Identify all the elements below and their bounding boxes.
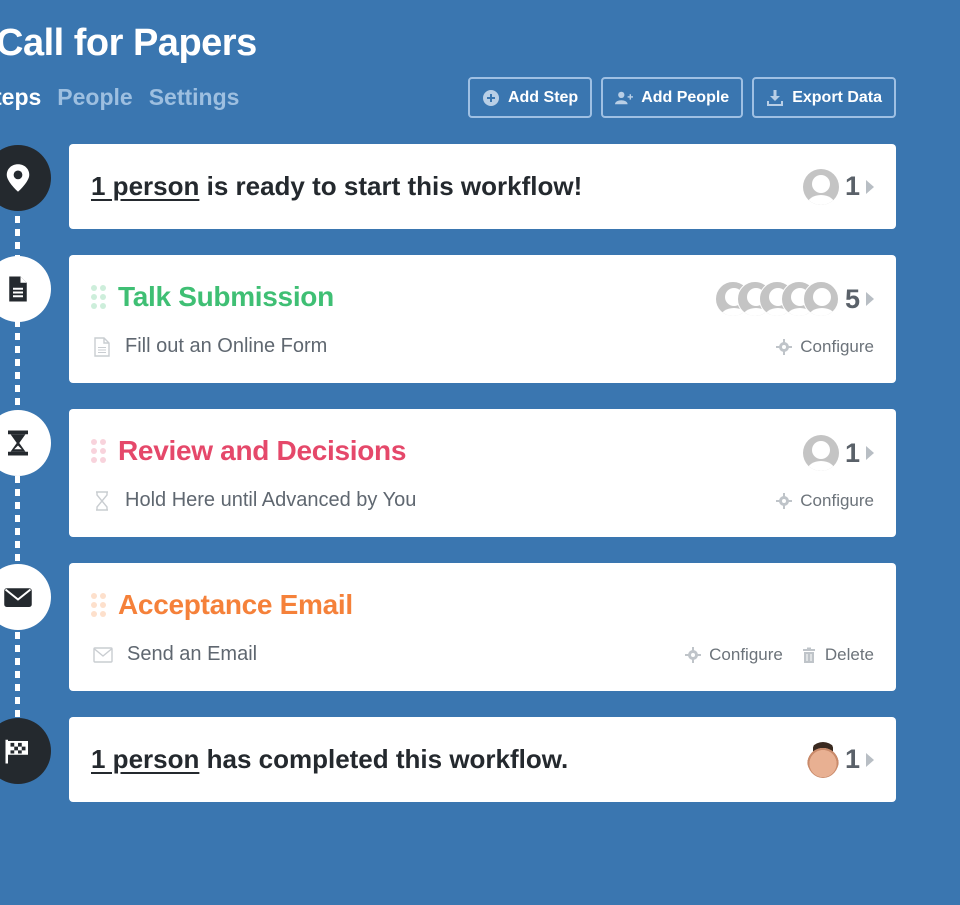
- configure-button[interactable]: Configure: [685, 645, 783, 665]
- step-type: Send an Email: [93, 643, 257, 666]
- add-step-label: Add Step: [507, 88, 579, 106]
- add-step-button[interactable]: Add Step: [467, 77, 593, 118]
- start-count: 1: [844, 171, 860, 201]
- start-message-text: is ready to start this workflow!: [199, 171, 583, 201]
- user-plus-icon: [615, 89, 634, 107]
- configure-label: Configure: [709, 645, 783, 664]
- step-type-label: Hold Here until Advanced by You: [125, 489, 417, 511]
- start-people-link[interactable]: 1 person: [91, 171, 199, 201]
- chevron-right-icon[interactable]: [866, 292, 874, 306]
- avatar-stack: [714, 281, 839, 317]
- step-count: 1: [844, 437, 860, 468]
- step-actions: Configure: [776, 337, 874, 357]
- step-title[interactable]: Talk Submission: [118, 281, 334, 313]
- step-count: 5: [844, 283, 860, 314]
- step-card: Acceptance Email Send an Email Configure…: [69, 563, 896, 691]
- delete-button[interactable]: Delete: [801, 645, 874, 665]
- step-header: Review and Decisions: [91, 435, 406, 467]
- delete-label: Delete: [824, 645, 874, 664]
- step-node-3: [0, 564, 51, 630]
- end-message-text: has completed this workflow.: [199, 744, 569, 774]
- hourglass-icon: [8, 430, 28, 456]
- step-count-group[interactable]: 5: [714, 281, 874, 317]
- start-count-group[interactable]: 1: [802, 168, 874, 205]
- step-type: Hold Here until Advanced by You: [93, 489, 416, 512]
- step-title[interactable]: Review and Decisions: [118, 435, 406, 467]
- end-people-link[interactable]: 1 person: [91, 744, 199, 774]
- document-icon: [9, 276, 27, 302]
- drag-handle[interactable]: [91, 593, 106, 617]
- configure-button[interactable]: Configure: [776, 491, 874, 511]
- export-data-label: Export Data: [792, 88, 882, 106]
- add-people-label: Add People: [641, 88, 730, 106]
- end-node: [0, 718, 51, 784]
- end-count-group[interactable]: 1: [806, 741, 874, 778]
- toolbar: Add Step Add People Export Data: [467, 77, 896, 118]
- download-icon: [766, 89, 784, 107]
- avatar-placeholder: [802, 435, 839, 471]
- gear-icon: [776, 493, 793, 509]
- user-avatar: [806, 741, 839, 778]
- step-type: Fill out an Online Form: [93, 335, 327, 358]
- end-message: 1 person has completed this workflow.: [91, 744, 874, 775]
- step-header: Talk Submission: [91, 281, 334, 313]
- workflow-end-card: 1 person has completed this workflow. 1: [69, 717, 896, 802]
- add-people-button[interactable]: Add People: [601, 77, 744, 118]
- export-data-button[interactable]: Export Data: [752, 77, 896, 118]
- gear-icon: [685, 647, 702, 663]
- plus-circle-icon: [482, 89, 500, 107]
- hourglass-icon: [96, 490, 108, 511]
- envelope-icon: [4, 588, 32, 607]
- tab-people[interactable]: People: [57, 84, 132, 111]
- step-title[interactable]: Acceptance Email: [118, 589, 353, 621]
- step-type-label: Fill out an Online Form: [125, 335, 328, 357]
- drag-handle[interactable]: [91, 285, 106, 309]
- tab-settings[interactable]: Settings: [149, 84, 240, 111]
- map-marker-icon: [6, 164, 30, 192]
- chevron-right-icon[interactable]: [866, 179, 874, 194]
- step-actions: Configure: [776, 491, 874, 511]
- configure-button[interactable]: Configure: [776, 337, 874, 357]
- workflow-start-card: 1 person is ready to start this workflow…: [69, 144, 896, 229]
- chevron-right-icon[interactable]: [866, 446, 874, 460]
- document-icon: [94, 336, 110, 357]
- avatar-placeholder: [802, 168, 839, 205]
- envelope-icon: [93, 646, 113, 663]
- drag-handle[interactable]: [91, 439, 106, 463]
- step-node-1: [0, 256, 51, 322]
- step-card: Talk Submission 5 Fill out an Online For…: [69, 255, 896, 383]
- trash-icon: [802, 647, 815, 663]
- tab-bar: teps People Settings: [0, 84, 239, 111]
- step-type-label: Send an Email: [127, 643, 258, 665]
- gear-icon: [776, 339, 793, 355]
- step-card: Review and Decisions 1 Hold Here until A…: [69, 409, 896, 537]
- avatar-placeholder: [802, 281, 839, 317]
- tab-steps[interactable]: teps: [0, 84, 41, 111]
- step-header: Acceptance Email: [91, 589, 353, 621]
- start-message: 1 person is ready to start this workflow…: [91, 171, 874, 202]
- step-count-group[interactable]: 1: [802, 435, 874, 471]
- step-node-2: [0, 410, 51, 476]
- configure-label: Configure: [800, 337, 874, 356]
- step-actions: Configure Delete: [685, 645, 874, 665]
- configure-label: Configure: [800, 491, 874, 510]
- checkered-flag-icon: [5, 739, 28, 764]
- end-count: 1: [844, 744, 860, 774]
- chevron-right-icon[interactable]: [866, 752, 874, 767]
- start-node: [0, 145, 51, 211]
- page-title: Call for Papers: [0, 22, 257, 64]
